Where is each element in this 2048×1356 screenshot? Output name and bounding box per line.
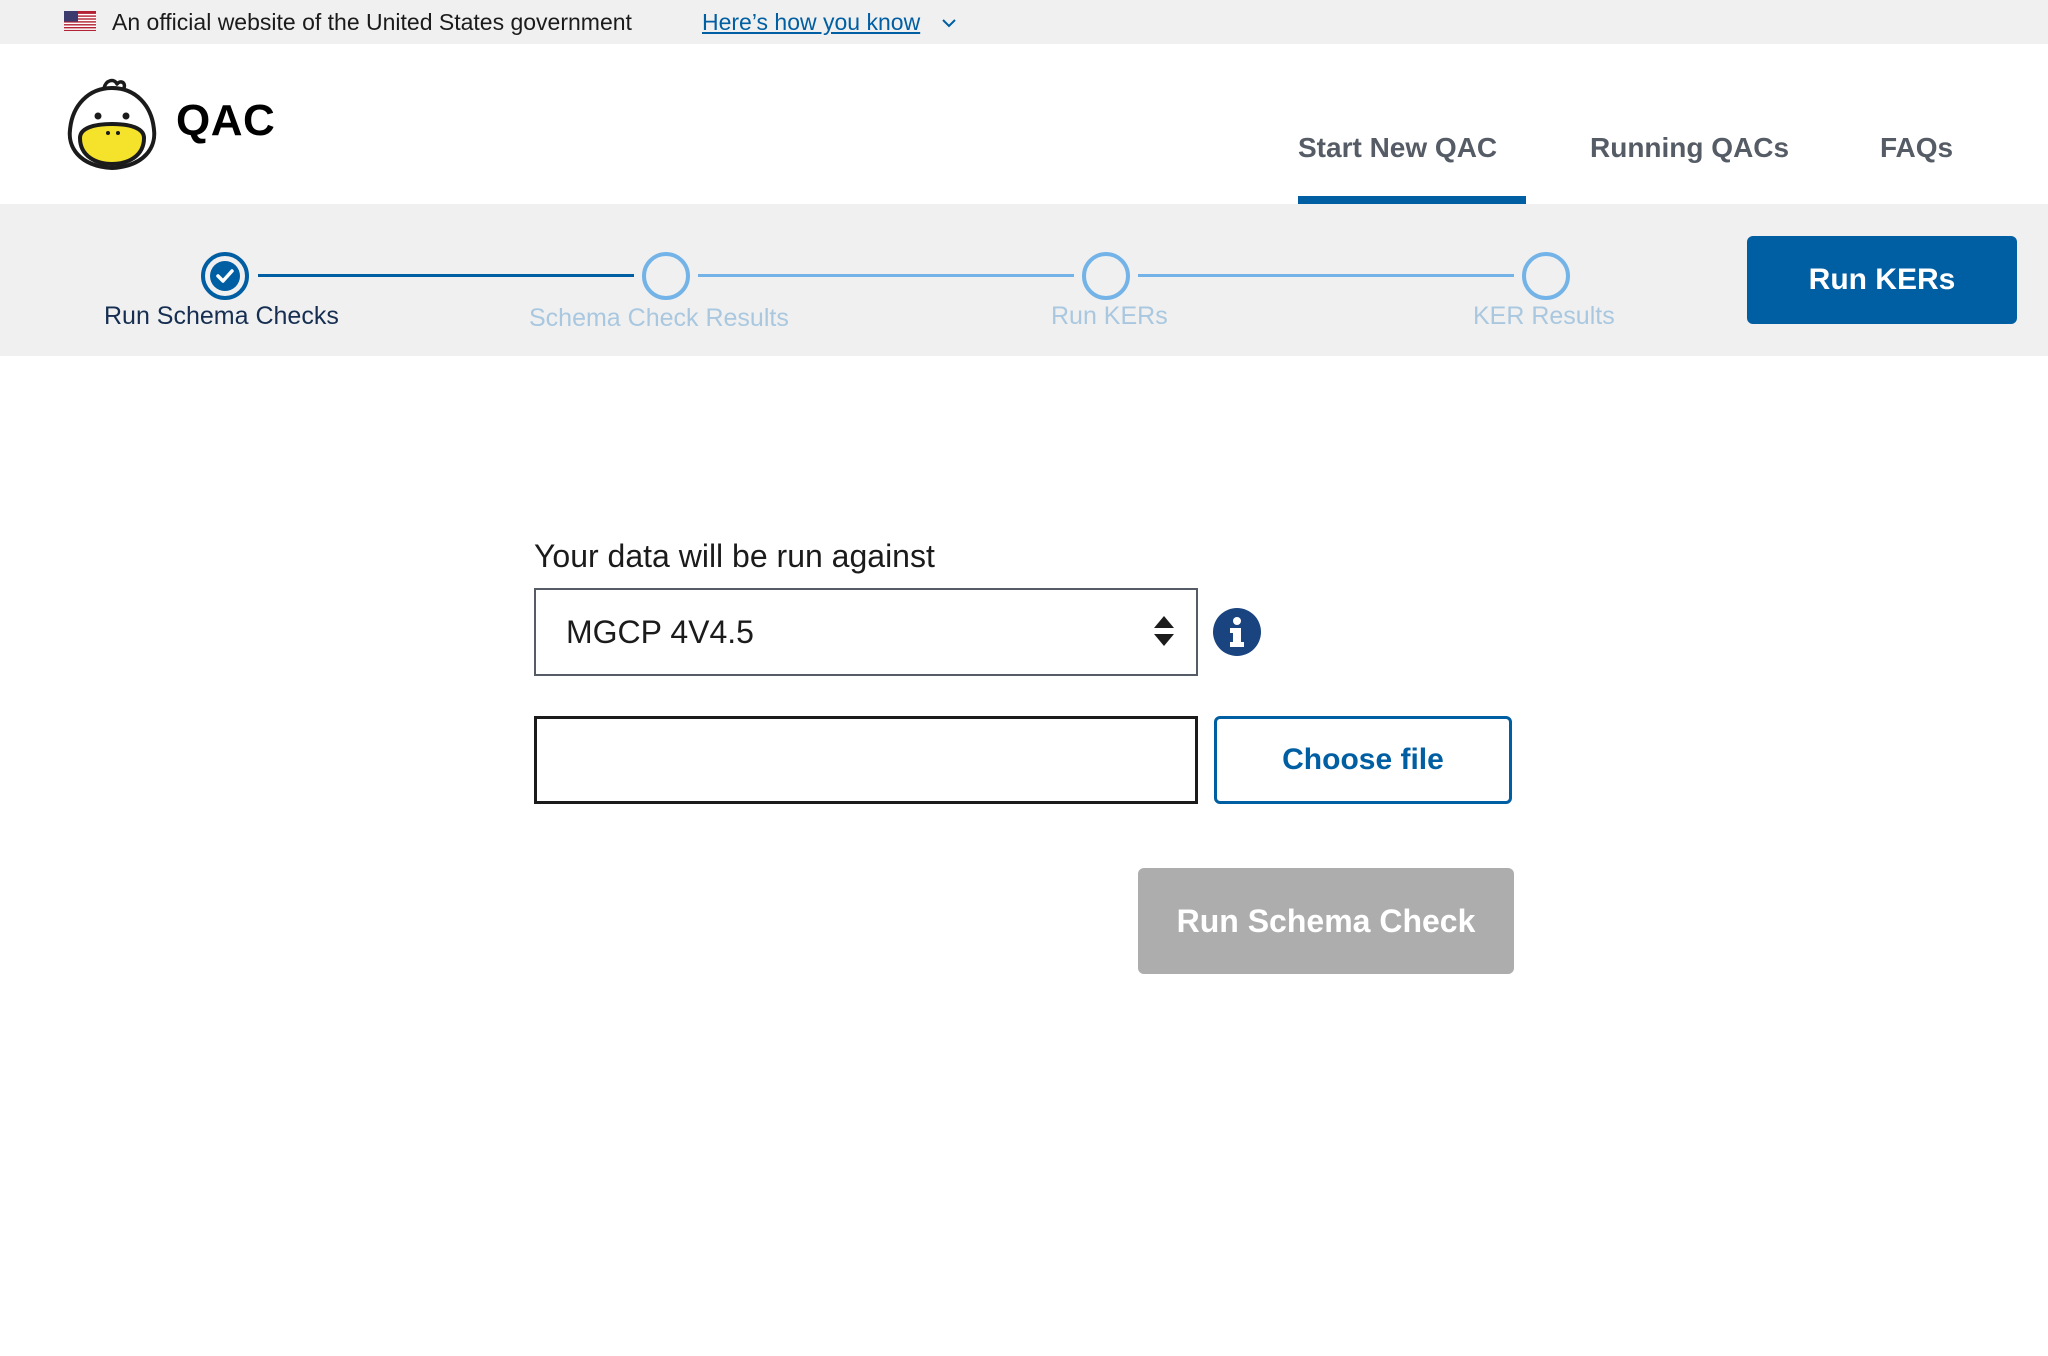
- step-connector: [698, 274, 1074, 277]
- step-indicator: [1082, 252, 1130, 300]
- site-header: QAC Start New QAC Running QACs FAQs: [0, 44, 2048, 204]
- nav-start-new-qac[interactable]: Start New QAC: [1298, 132, 1497, 164]
- step-connector: [258, 274, 634, 277]
- step-label-schema-check-results: Schema Check Results: [529, 304, 789, 332]
- run-kers-button[interactable]: Run KERs: [1747, 236, 2017, 324]
- stepper-bar: Run Schema Checks Schema Check Results R…: [0, 204, 2048, 356]
- step-indicator: [642, 252, 690, 300]
- step-indicator-complete: [201, 252, 249, 300]
- choose-file-button[interactable]: Choose file: [1214, 716, 1512, 804]
- step-label-run-schema-checks: Run Schema Checks: [104, 302, 339, 330]
- schema-select-value: MGCP 4V4.5: [566, 614, 754, 650]
- nav-running-qacs[interactable]: Running QACs: [1590, 132, 1789, 164]
- info-icon[interactable]: [1213, 608, 1261, 656]
- chevron-down-icon[interactable]: [940, 14, 958, 32]
- logo-text[interactable]: QAC: [176, 96, 275, 146]
- schema-select[interactable]: MGCP 4V4.5: [534, 588, 1198, 676]
- nav-faqs[interactable]: FAQs: [1880, 132, 1953, 164]
- schema-select-label: Your data will be run against: [534, 538, 935, 574]
- gov-banner-text: An official website of the United States…: [112, 9, 632, 35]
- step-label-ker-results: KER Results: [1473, 302, 1615, 330]
- step-connector: [1138, 274, 1514, 277]
- how-you-know-link[interactable]: Here’s how you know: [702, 8, 920, 36]
- run-schema-check-button[interactable]: Run Schema Check: [1138, 868, 1514, 974]
- checkmark-icon: [216, 269, 234, 283]
- duck-logo-icon[interactable]: [62, 78, 162, 174]
- file-path-field[interactable]: [534, 716, 1198, 804]
- gov-banner: An official website of the United States…: [0, 0, 2048, 44]
- step-label-run-kers: Run KERs: [1051, 302, 1168, 330]
- us-flag-icon: [64, 11, 96, 31]
- active-nav-indicator: [1298, 196, 1526, 204]
- step-indicator: [1522, 252, 1570, 300]
- select-arrows-icon: [1154, 616, 1174, 646]
